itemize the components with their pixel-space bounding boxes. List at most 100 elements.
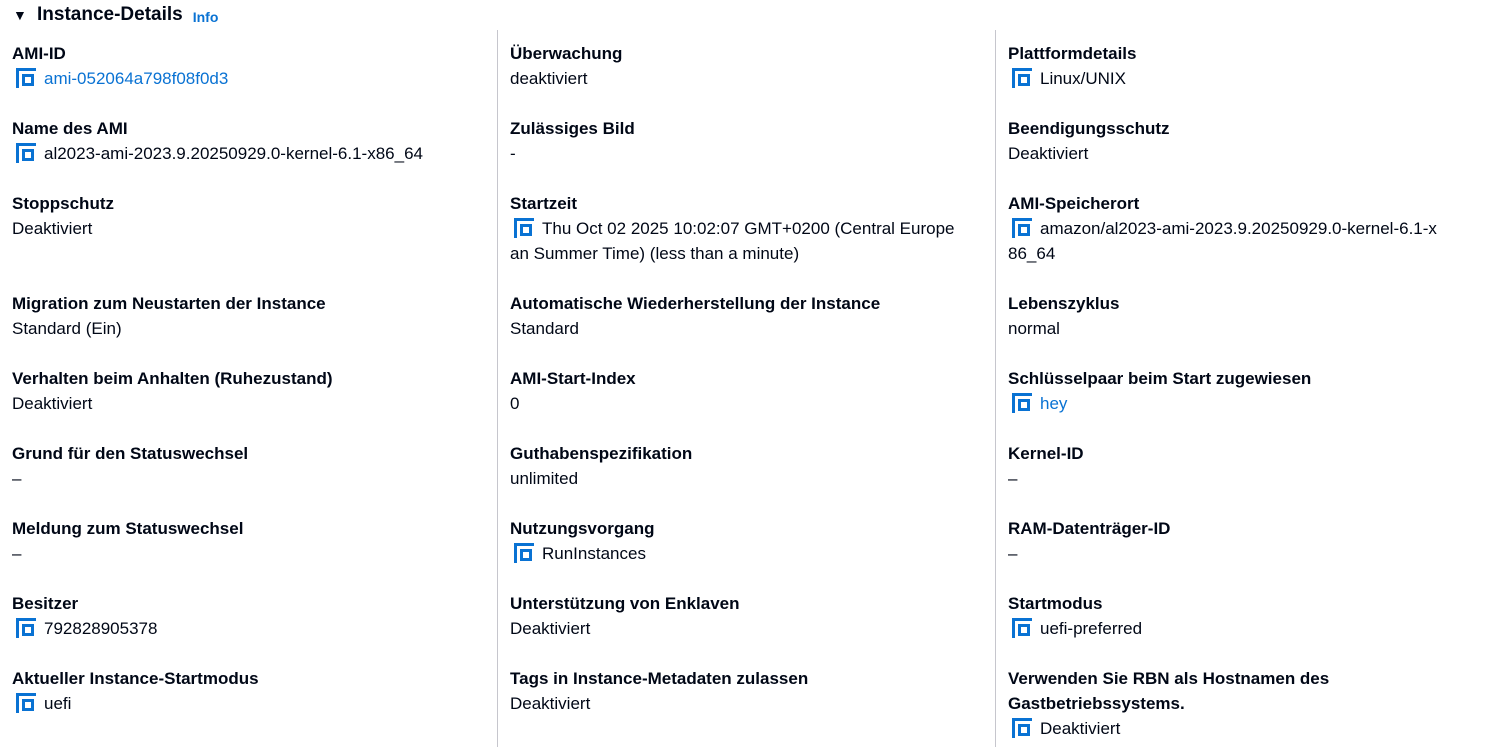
field-value: uefi <box>44 694 72 713</box>
copy-icon[interactable] <box>1012 218 1032 238</box>
column-divider <box>995 30 996 747</box>
field-reboot-migration: Migration zum Neustarten der Instance St… <box>12 291 497 341</box>
field-label: Schlüsselpaar beim Start zugewiesen <box>1008 369 1312 388</box>
field-value: normal <box>1008 319 1060 338</box>
field-value: Deaktiviert <box>12 219 93 238</box>
field-platform-details: Plattformdetails Linux/UNIX <box>1008 41 1483 91</box>
field-allowed-image: Zulässiges Bild - <box>510 116 995 166</box>
field-label: Automatische Wiederherstellung der Insta… <box>510 294 881 313</box>
field-value: unlimited <box>510 469 579 488</box>
field-label: Lebenszyklus <box>1008 294 1120 313</box>
field-ami-id: AMI-ID ami-052064a798f08f0d3 <box>12 41 497 91</box>
copy-icon[interactable] <box>16 68 36 88</box>
field-label: Migration zum Neustarten der Instance <box>12 294 326 313</box>
field-label: Kernel-ID <box>1008 444 1084 463</box>
field-credit-specification: Guthabenspezifikation unlimited <box>510 441 995 491</box>
field-label: Unterstützung von Enklaven <box>510 594 740 613</box>
field-value: Thu Oct 02 2025 10:02:07 GMT+0200 (Centr… <box>542 219 955 238</box>
info-link[interactable]: Info <box>193 9 219 25</box>
column-divider <box>497 30 498 747</box>
field-value: Deaktiviert <box>1008 144 1089 163</box>
field-label-continued: Gastbetriebssystems. <box>1008 694 1185 713</box>
field-label: Besitzer <box>12 594 79 613</box>
ami-id-link[interactable]: ami-052064a798f08f0d3 <box>44 69 228 88</box>
section-title: Instance-Details <box>37 4 183 25</box>
field-label: Name des AMI <box>12 119 128 138</box>
field-enclave-support: Unterstützung von Enklaven Deaktiviert <box>510 591 995 641</box>
field-value: Deaktiviert <box>510 694 591 713</box>
field-owner: Besitzer 792828905378 <box>12 591 497 641</box>
copy-icon[interactable] <box>16 618 36 638</box>
copy-icon[interactable] <box>514 543 534 563</box>
field-value: – <box>1008 544 1018 563</box>
copy-icon[interactable] <box>16 693 36 713</box>
field-stop-protection: Stoppschutz Deaktiviert <box>12 191 497 241</box>
field-ramdisk-id: RAM-Datenträger-ID – <box>1008 516 1483 566</box>
field-label: Nutzungsvorgang <box>510 519 655 538</box>
field-value: 792828905378 <box>44 619 158 638</box>
copy-icon[interactable] <box>1012 618 1032 638</box>
field-state-reason: Grund für den Statuswechsel – <box>12 441 497 491</box>
field-label: RAM-Datenträger-ID <box>1008 519 1171 538</box>
field-label: Überwachung <box>510 44 623 63</box>
copy-icon[interactable] <box>1012 393 1032 413</box>
field-label: Plattformdetails <box>1008 44 1137 63</box>
copy-icon[interactable] <box>16 143 36 163</box>
field-label: AMI-Start-Index <box>510 369 636 388</box>
field-key-pair: Schlüsselpaar beim Start zugewiesen hey <box>1008 366 1483 416</box>
field-label: Guthabenspezifikation <box>510 444 693 463</box>
field-value-continued: an Summer Time) (less than a minute) <box>510 244 800 263</box>
field-value: Linux/UNIX <box>1040 69 1126 88</box>
copy-icon[interactable] <box>1012 718 1032 738</box>
field-kernel-id: Kernel-ID – <box>1008 441 1483 491</box>
field-value: - <box>510 144 516 163</box>
field-ami-launch-index: AMI-Start-Index 0 <box>510 366 995 416</box>
copy-icon[interactable] <box>1012 68 1032 88</box>
section-header: ▼ Instance-Details Info <box>13 2 218 28</box>
field-value: – <box>1008 469 1018 488</box>
field-value: Standard <box>510 319 579 338</box>
field-value: – <box>12 544 22 563</box>
key-pair-link[interactable]: hey <box>1040 394 1067 413</box>
field-value: – <box>12 469 22 488</box>
caret-down-icon[interactable]: ▼ <box>13 8 29 22</box>
field-monitoring: Überwachung deaktiviert <box>510 41 995 91</box>
field-ami-location: AMI-Speicherort amazon/al2023-ami-2023.9… <box>1008 191 1483 266</box>
field-label: Beendigungsschutz <box>1008 119 1170 138</box>
field-rbn-hostname: Verwenden Sie RBN als Hostnamen des Gast… <box>1008 666 1483 741</box>
field-current-boot-mode: Aktueller Instance-Startmodus uefi <box>12 666 497 716</box>
field-hibernation: Verhalten beim Anhalten (Ruhezustand) De… <box>12 366 497 416</box>
field-state-message: Meldung zum Statuswechsel – <box>12 516 497 566</box>
field-boot-mode: Startmodus uefi-preferred <box>1008 591 1483 641</box>
field-value: uefi-preferred <box>1040 619 1143 638</box>
field-label: Verhalten beim Anhalten (Ruhezustand) <box>12 369 333 388</box>
field-auto-recovery: Automatische Wiederherstellung der Insta… <box>510 291 995 341</box>
field-label: Zulässiges Bild <box>510 119 635 138</box>
field-label: Stoppschutz <box>12 194 114 213</box>
field-ami-name: Name des AMI al2023-ami-2023.9.20250929.… <box>12 116 497 166</box>
field-value: 0 <box>510 394 520 413</box>
field-label: Startmodus <box>1008 594 1103 613</box>
field-termination-protection: Beendigungsschutz Deaktiviert <box>1008 116 1483 166</box>
field-label: Startzeit <box>510 194 578 213</box>
copy-icon[interactable] <box>514 218 534 238</box>
field-label: Verwenden Sie RBN als Hostnamen des <box>1008 669 1330 688</box>
field-launch-time: Startzeit Thu Oct 02 2025 10:02:07 GMT+0… <box>510 191 995 266</box>
field-value-continued: 86_64 <box>1008 244 1056 263</box>
field-label: Aktueller Instance-Startmodus <box>12 669 259 688</box>
field-usage-operation: Nutzungsvorgang RunInstances <box>510 516 995 566</box>
field-value: al2023-ami-2023.9.20250929.0-kernel-6.1-… <box>44 144 423 163</box>
field-lifecycle: Lebenszyklus normal <box>1008 291 1483 341</box>
field-label: Meldung zum Statuswechsel <box>12 519 244 538</box>
field-metadata-tags: Tags in Instance-Metadaten zulassen Deak… <box>510 666 995 716</box>
field-value: deaktiviert <box>510 69 588 88</box>
field-label: AMI-ID <box>12 44 66 63</box>
field-label: AMI-Speicherort <box>1008 194 1140 213</box>
field-value: amazon/al2023-ami-2023.9.20250929.0-kern… <box>1040 219 1437 238</box>
field-value: RunInstances <box>542 544 646 563</box>
field-label: Tags in Instance-Metadaten zulassen <box>510 669 809 688</box>
field-value: Deaktiviert <box>1040 719 1121 738</box>
field-value: Deaktiviert <box>510 619 591 638</box>
field-value: Standard (Ein) <box>12 319 122 338</box>
field-value: Deaktiviert <box>12 394 93 413</box>
